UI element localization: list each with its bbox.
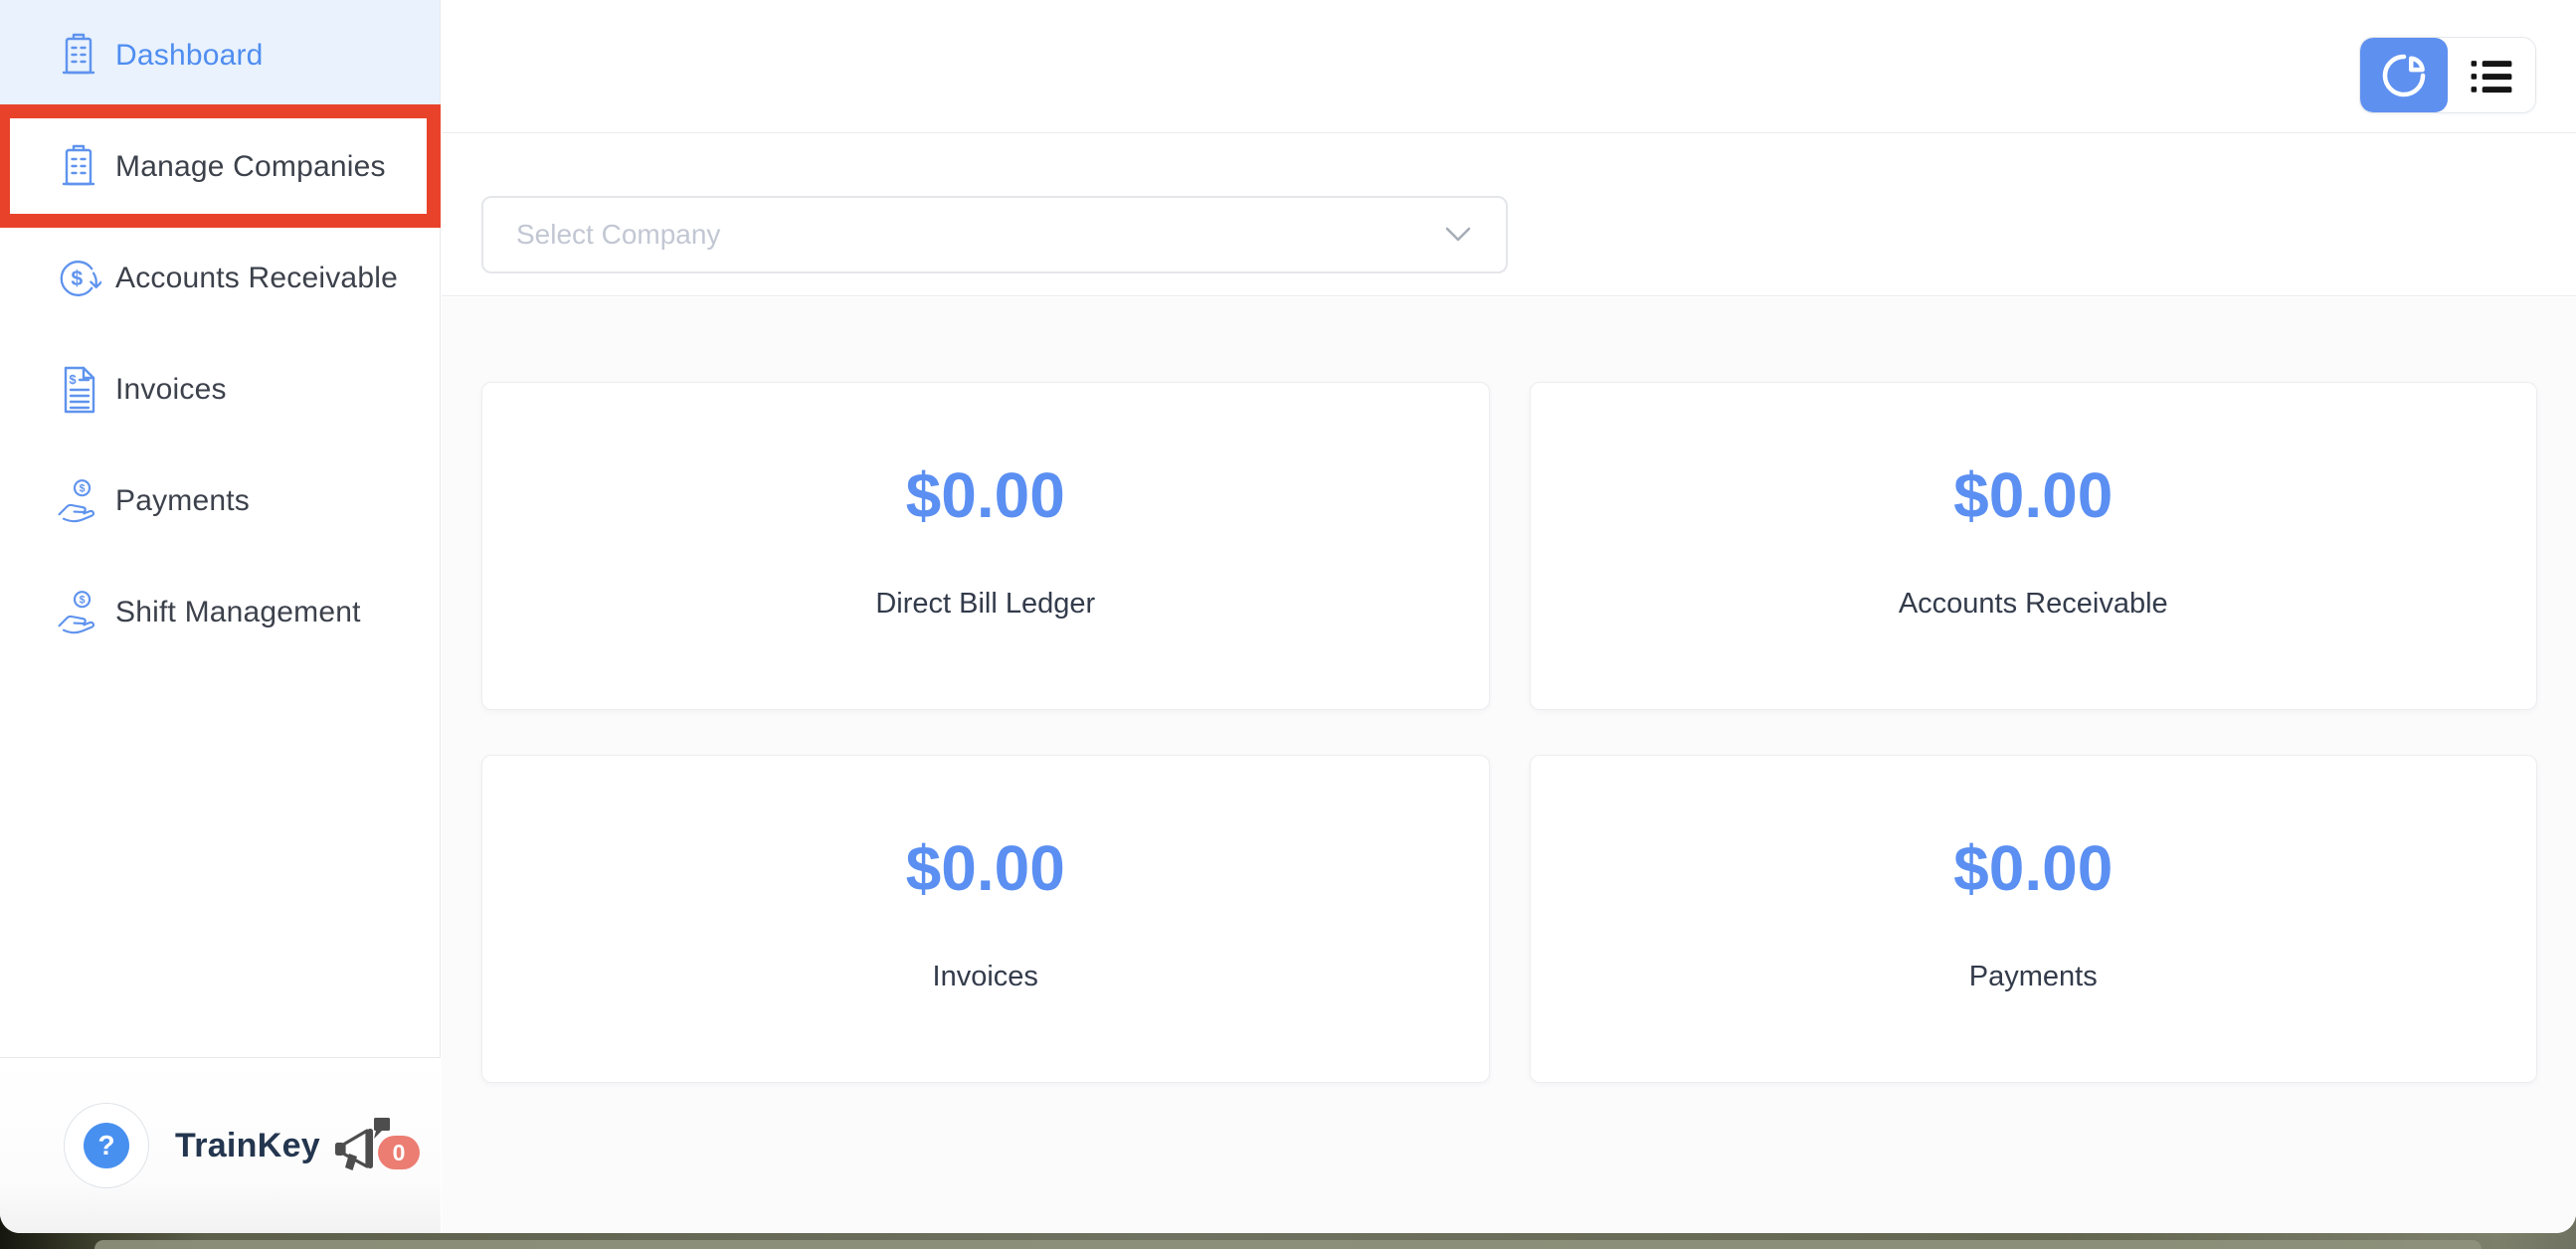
company-select[interactable]: [481, 196, 1508, 273]
card-amount: $0.00: [906, 458, 1065, 532]
sidebar-item-invoices[interactable]: $ Invoices: [0, 334, 440, 446]
svg-text:$: $: [80, 483, 86, 495]
question-mark-icon: ?: [84, 1123, 129, 1168]
card-accounts-receivable: $0.00 Accounts Receivable: [1530, 382, 2538, 710]
card-amount: $0.00: [906, 831, 1065, 905]
main-header: [442, 0, 2576, 133]
pie-chart-icon: [2375, 47, 2433, 104]
list-view-button[interactable]: [2448, 38, 2535, 112]
dashboard-content: $0.00 Direct Bill Ledger $0.00 Accounts …: [442, 297, 2576, 1233]
svg-text:$: $: [71, 268, 83, 290]
sidebar-footer: ? TrainKey 0: [0, 1057, 441, 1233]
hand-coin-icon: $: [56, 476, 101, 526]
sidebar-item-label: Manage Companies: [115, 150, 386, 184]
card-label: Direct Bill Ledger: [875, 588, 1095, 621]
sidebar-item-label: Accounts Receivable: [115, 262, 398, 295]
card-amount: $0.00: [1953, 458, 2113, 532]
sidebar-item-shift-management[interactable]: $ Shift Management: [0, 557, 440, 668]
chevron-down-icon: [1444, 226, 1472, 244]
sidebar-nav: Dashboard Manage Companies: [0, 0, 440, 668]
sidebar-item-dashboard[interactable]: Dashboard: [0, 0, 440, 111]
sidebar-item-manage-companies[interactable]: Manage Companies: [0, 111, 440, 223]
sidebar-item-label: Payments: [115, 484, 250, 518]
sidebar-item-accounts-receivable[interactable]: $ Accounts Receivable: [0, 223, 440, 334]
sidebar-item-label: Shift Management: [115, 596, 361, 629]
desktop-background: [94, 1240, 2482, 1249]
app-window: Dashboard Manage Companies: [0, 0, 2576, 1233]
announcements-button[interactable]: 0: [334, 1117, 420, 1174]
card-amount: $0.00: [1953, 831, 2113, 905]
sidebar-item-payments[interactable]: $ Payments: [0, 446, 440, 557]
company-select-input[interactable]: [483, 219, 1444, 251]
card-payments: $0.00 Payments: [1530, 755, 2538, 1083]
hand-coin-icon: $: [56, 588, 101, 637]
building-icon: [56, 142, 101, 192]
svg-text:$: $: [80, 595, 86, 607]
sidebar-item-label: Dashboard: [115, 39, 264, 73]
card-label: Accounts Receivable: [1899, 588, 2168, 621]
card-direct-bill-ledger: $0.00 Direct Bill Ledger: [481, 382, 1490, 710]
sidebar-item-label: Invoices: [115, 373, 227, 407]
view-toggle: [2359, 37, 2536, 113]
main-area: $0.00 Direct Bill Ledger $0.00 Accounts …: [442, 0, 2576, 1233]
card-label: Payments: [1969, 961, 2098, 993]
sidebar: Dashboard Manage Companies: [0, 0, 441, 1233]
summary-card-grid: $0.00 Direct Bill Ledger $0.00 Accounts …: [481, 382, 2537, 1083]
help-button[interactable]: ?: [64, 1103, 149, 1188]
filter-row: [442, 133, 2576, 296]
trainkey-brand: TrainKey: [175, 1127, 320, 1165]
invoice-document-icon: $: [56, 365, 101, 415]
money-received-icon: $: [56, 254, 101, 303]
megaphone-icon: [334, 1117, 390, 1174]
chart-view-button[interactable]: [2360, 38, 2448, 112]
list-icon: [2466, 50, 2517, 101]
screenshot-stage: Dashboard Manage Companies: [0, 0, 2576, 1249]
card-invoices: $0.00 Invoices: [481, 755, 1490, 1083]
card-label: Invoices: [933, 961, 1038, 993]
svg-text:$: $: [69, 372, 77, 387]
building-icon: [56, 31, 101, 81]
